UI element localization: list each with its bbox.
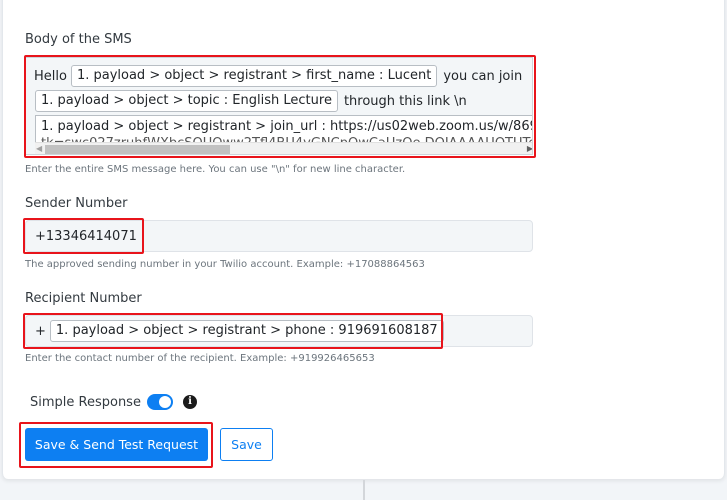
recipient-number-label: Recipient Number <box>25 291 142 306</box>
field-chip-first-name[interactable]: 1. payload > object > registrant > first… <box>70 65 438 87</box>
recipient-number-help: Enter the contact number of the recipien… <box>25 353 375 364</box>
field-chip-join-url[interactable]: 1. payload > object > registrant > join_… <box>35 115 533 143</box>
scrollbar-thumb[interactable] <box>45 145 230 154</box>
sms-text-hello: Hello <box>34 68 67 84</box>
horizontal-scrollbar[interactable]: ◀ ▶ <box>35 142 532 154</box>
simple-response-label: Simple Response <box>30 395 141 410</box>
field-chip-phone[interactable]: 1. payload > object > registrant > phone… <box>49 320 444 342</box>
join-url-text: 1. payload > object > registrant > join_… <box>41 119 533 134</box>
sender-number-label: Sender Number <box>25 196 128 211</box>
body-sms-help: Enter the entire SMS message here. You c… <box>25 164 406 175</box>
sender-number-help: The approved sending number in your Twil… <box>25 259 425 270</box>
recipient-plus-prefix: + <box>35 323 46 339</box>
scroll-left-arrow-icon[interactable]: ◀ <box>36 144 42 153</box>
recipient-number-input[interactable]: + 1. payload > object > registrant > pho… <box>25 315 533 347</box>
save-and-send-test-request-button[interactable]: Save & Send Test Request <box>25 428 208 461</box>
flow-connector-line <box>363 480 365 500</box>
sms-line-1: Hello 1. payload > object > registrant >… <box>34 65 528 87</box>
simple-response-toggle[interactable] <box>147 394 173 410</box>
body-sms-label: Body of the SMS <box>25 32 132 47</box>
sms-text-through-link: through this link \n <box>343 93 467 109</box>
field-chip-topic[interactable]: 1. payload > object > topic : English Le… <box>35 90 338 112</box>
sms-text-you-can-join: you can join <box>443 68 523 84</box>
sender-number-input[interactable]: +13346414071 <box>25 220 533 252</box>
sender-number-value: +13346414071 <box>35 228 137 244</box>
toggle-knob <box>159 396 171 408</box>
save-button[interactable]: Save <box>220 428 273 461</box>
sms-line-2: 1. payload > object > topic : English Le… <box>35 90 473 112</box>
body-sms-editor[interactable]: Hello 1. payload > object > registrant >… <box>25 57 533 155</box>
info-icon[interactable]: i <box>183 395 197 409</box>
scroll-right-arrow-icon[interactable]: ▶ <box>527 144 532 153</box>
